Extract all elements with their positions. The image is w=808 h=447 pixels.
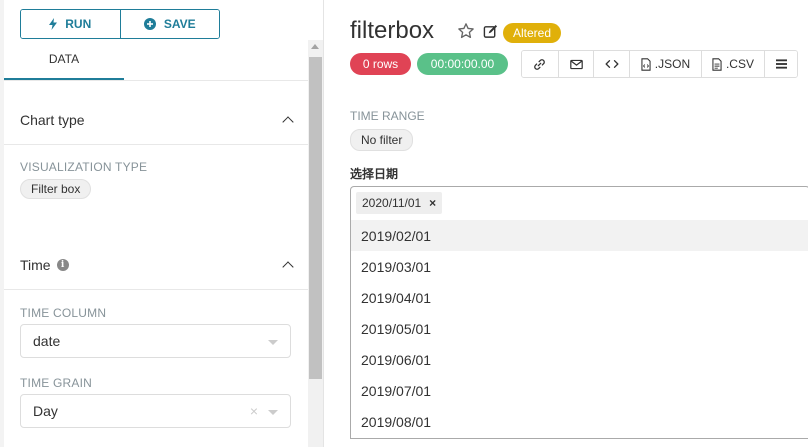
row-count-badge: 0 rows — [350, 53, 411, 75]
file-text-icon — [712, 57, 722, 71]
export-csv-button[interactable]: .CSV — [700, 51, 765, 77]
selected-date-tag[interactable]: 2020/11/01 × — [356, 192, 443, 214]
chart-action-bar: .JSON .CSV — [521, 50, 798, 78]
tag-remove-icon[interactable]: × — [429, 196, 436, 210]
chart-title[interactable]: filterbox — [350, 17, 434, 45]
date-option[interactable]: 2019/05/01 — [351, 313, 808, 344]
selected-date-tag-label: 2020/11/01 — [362, 196, 422, 210]
visualization-type-label: VISUALIZATION TYPE — [20, 160, 148, 174]
explore-view: RUN SAVE DATA Chart type VISUALIZATION T… — [0, 0, 808, 447]
star-icon[interactable] — [457, 22, 475, 40]
more-options-button[interactable] — [764, 51, 797, 77]
date-option[interactable]: 2019/06/01 — [351, 344, 808, 375]
section-chart-type-title: Chart type — [20, 111, 85, 128]
section-time-title: Time i — [20, 257, 69, 273]
tab-data[interactable]: DATA — [4, 40, 124, 80]
chevron-up-icon[interactable] — [282, 115, 294, 128]
time-range-chip[interactable]: No filter — [350, 129, 414, 151]
control-panel: RUN SAVE DATA Chart type VISUALIZATION T… — [0, 0, 324, 447]
time-column-select[interactable]: date — [20, 324, 291, 358]
visualization-type-chip[interactable]: Filter box — [20, 179, 92, 199]
save-button-label: SAVE — [163, 17, 196, 31]
time-column-value: date — [33, 333, 61, 349]
time-grain-value: Day — [33, 403, 58, 419]
section-time-label: Time — [20, 256, 51, 273]
date-filter-label: 选择日期 — [350, 167, 399, 181]
save-button[interactable]: SAVE — [119, 10, 219, 38]
time-range-label: TIME RANGE — [350, 109, 425, 123]
envelope-icon — [569, 59, 583, 69]
chart-panel: filterbox Altered 0 rows 00:00:00.00 .JS… — [325, 0, 808, 447]
run-button[interactable]: RUN — [21, 10, 120, 38]
scrollbar-thumb[interactable] — [309, 57, 322, 379]
bolt-icon — [49, 18, 58, 30]
embed-code-button[interactable] — [593, 51, 630, 77]
file-code-icon — [641, 57, 651, 71]
export-json-label: .JSON — [654, 57, 691, 71]
date-option[interactable]: 2019/07/01 — [351, 375, 808, 406]
run-button-label: RUN — [65, 17, 92, 31]
share-email-button[interactable] — [557, 51, 594, 77]
clear-icon[interactable]: × — [250, 403, 258, 419]
code-icon — [605, 60, 619, 68]
link-icon — [534, 58, 546, 70]
chevron-up-icon[interactable] — [282, 260, 294, 273]
caret-down-icon[interactable] — [268, 340, 278, 345]
copy-link-button[interactable] — [522, 51, 558, 77]
info-circle-icon[interactable]: i — [56, 258, 69, 271]
plus-circle-icon — [143, 18, 156, 30]
tab-divider — [4, 80, 308, 81]
hamburger-icon — [775, 59, 787, 69]
export-json-button[interactable]: .JSON — [629, 51, 701, 77]
section-time-header[interactable]: Time i — [4, 240, 308, 290]
time-column-label: TIME COLUMN — [20, 306, 107, 320]
date-multi-select[interactable]: 2020/11/01 × — [350, 186, 808, 220]
caret-down-icon[interactable] — [268, 410, 278, 415]
edit-icon[interactable] — [483, 24, 498, 39]
section-chart-type-header[interactable]: Chart type — [4, 95, 308, 145]
time-grain-label: TIME GRAIN — [20, 376, 93, 390]
date-option[interactable]: 2019/03/01 — [351, 251, 808, 282]
scroll-up-arrow-icon[interactable] — [311, 44, 319, 49]
export-csv-label: .CSV — [725, 57, 754, 71]
run-save-button-group: RUN SAVE — [20, 9, 220, 39]
date-option[interactable]: 2019/02/01 — [351, 220, 808, 251]
date-options-dropdown: 2019/02/01 2019/03/01 2019/04/01 2019/05… — [350, 220, 808, 439]
query-timer-badge: 00:00:00.00 — [417, 53, 508, 75]
time-grain-select[interactable]: Day × — [20, 394, 291, 428]
date-option[interactable]: 2019/08/01 — [351, 406, 808, 437]
date-option[interactable]: 2019/04/01 — [351, 282, 808, 313]
altered-badge[interactable]: Altered — [503, 23, 562, 43]
